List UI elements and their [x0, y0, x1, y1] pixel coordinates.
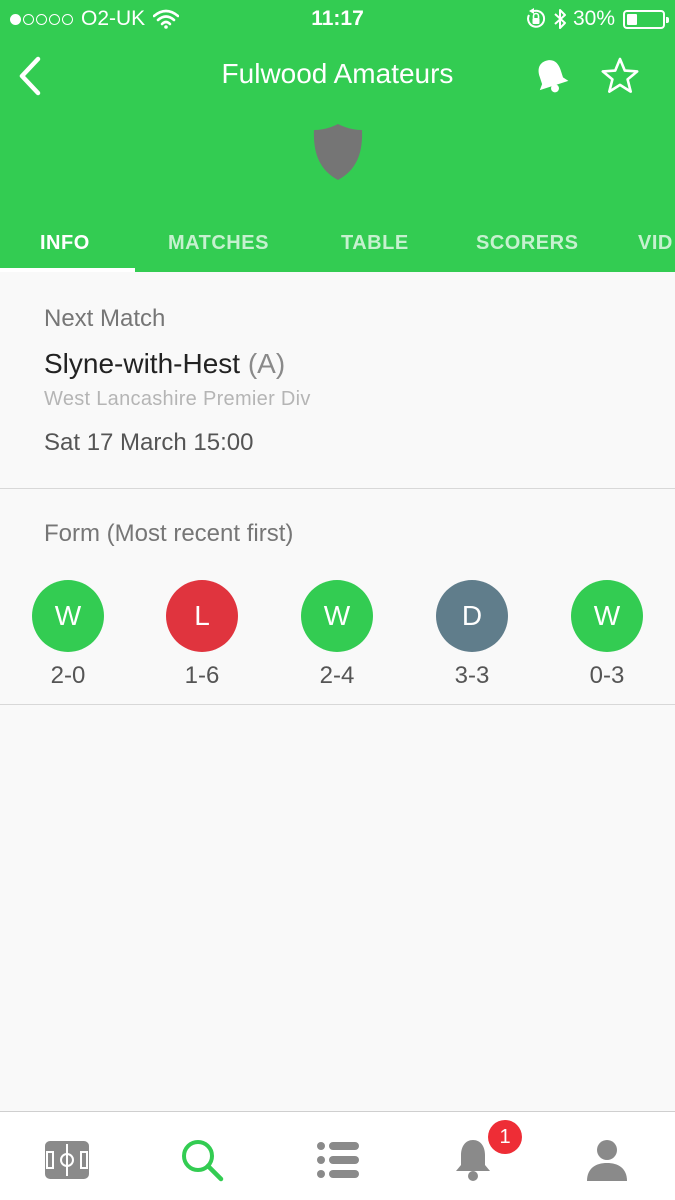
result-score: 2-0 [50, 662, 86, 689]
shield-icon [313, 124, 363, 180]
result-badge: D [436, 580, 508, 652]
tab-info[interactable]: INFO [40, 232, 90, 255]
tabbar-profile[interactable] [581, 1134, 633, 1186]
match-venue: (A) [247, 348, 286, 379]
bell-icon [456, 1140, 490, 1181]
league-name: West Lancashire Premier Div [44, 388, 311, 410]
form-result-2[interactable]: L 1-6 [164, 580, 240, 690]
favourite-button[interactable] [596, 52, 644, 100]
star-outline-icon [601, 57, 639, 93]
form-section: Form (Most recent first) W 2-0 L 1-6 W 2… [0, 490, 675, 705]
next-match-opponent[interactable]: Slyne-with-Hest (A) [44, 348, 285, 380]
tabbar-matches[interactable] [41, 1134, 93, 1186]
result-score: 0-3 [589, 662, 625, 689]
next-match-section: Next Match Slyne-with-Hest (A) West Lanc… [0, 272, 675, 489]
tabbar-search[interactable] [176, 1134, 228, 1186]
status-bar: O2-UK 11:17 30% [0, 0, 675, 38]
next-match-label: Next Match [44, 305, 166, 332]
team-tabs: INFO MATCHES TABLE SCORERS VID [0, 218, 675, 272]
result-badge: W [301, 580, 373, 652]
battery-percent: 30% [572, 7, 615, 30]
result-score: 1-6 [184, 662, 220, 689]
user-icon [587, 1140, 627, 1181]
battery-icon [623, 9, 669, 29]
kickoff-time: Sat 17 March 15:00 [44, 429, 254, 456]
bluetooth-icon [554, 9, 566, 29]
tabbar-list[interactable] [312, 1134, 364, 1186]
result-badge: W [32, 580, 104, 652]
result-badge: L [166, 580, 238, 652]
result-score: 2-4 [319, 662, 355, 689]
form-result-1[interactable]: W 2-0 [30, 580, 106, 690]
status-right: 30% [525, 7, 669, 31]
form-result-5[interactable]: W 0-3 [569, 580, 645, 690]
form-label: Form (Most recent first) [44, 520, 294, 547]
list-icon [317, 1142, 359, 1178]
tab-table[interactable]: TABLE [341, 232, 409, 255]
pitch-icon [45, 1141, 89, 1179]
form-result-3[interactable]: W 2-4 [299, 580, 375, 690]
bell-icon [538, 60, 569, 93]
search-icon [182, 1140, 224, 1182]
result-score: 3-3 [454, 662, 490, 689]
opponent-name: Slyne-with-Hest [44, 348, 241, 379]
notification-badge: 1 [488, 1120, 522, 1154]
team-header: O2-UK 11:17 30% Fulwood Amateurs INFO MA… [0, 0, 675, 272]
tab-matches[interactable]: MATCHES [168, 232, 269, 255]
notifications-button[interactable] [528, 52, 574, 100]
rotation-lock-icon [527, 8, 546, 28]
form-result-4[interactable]: D 3-3 [434, 580, 510, 690]
bottom-tab-bar: 1 [0, 1111, 675, 1200]
result-badge: W [571, 580, 643, 652]
tab-scorers[interactable]: SCORERS [476, 232, 578, 255]
tab-videos[interactable]: VID [638, 232, 673, 255]
